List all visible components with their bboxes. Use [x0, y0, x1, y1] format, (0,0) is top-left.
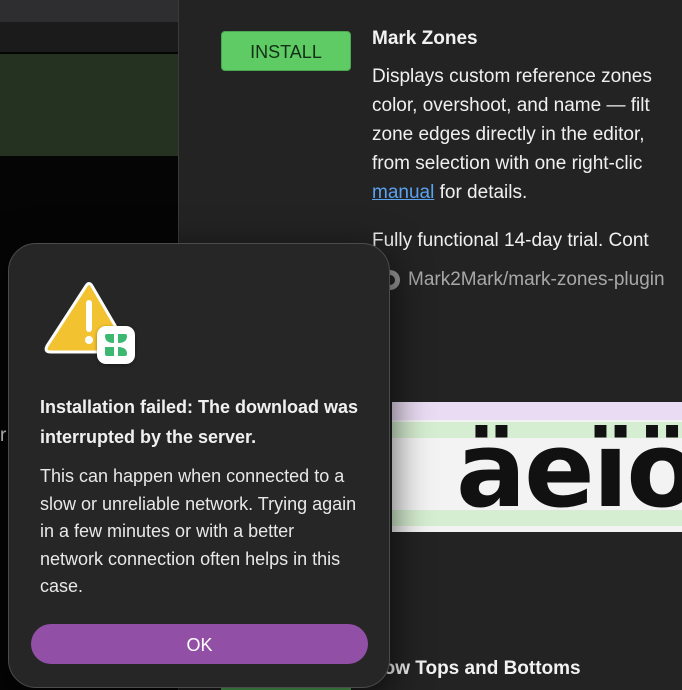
plugin-description: Displays custom reference zones color, o…: [372, 62, 682, 207]
plugin-description-line: from selection with one right-clic: [372, 153, 643, 174]
glyphs-app-icon: [97, 326, 135, 364]
manual-link[interactable]: manual: [372, 182, 434, 203]
plugin-description-line: Displays custom reference zones: [372, 66, 652, 87]
repo-link-row[interactable]: Mark2Mark/mark-zones-plugin: [380, 266, 665, 294]
alert-message: This can happen when connected to a slow…: [40, 466, 357, 597]
install-button[interactable]: INSTALL: [221, 31, 351, 71]
plugin-description-line: manual for details.: [372, 178, 682, 207]
background-window-highlight: [0, 54, 178, 156]
background-window-toolbar: [0, 22, 178, 52]
plugin-preview-image: äeïö: [392, 402, 682, 532]
alert-title: Installation failed: The download was in…: [40, 397, 359, 447]
background-window-titlebar: [0, 0, 178, 22]
screen: r INSTALL Mark Zones Displays custom ref…: [0, 0, 682, 690]
plugin-description-line: zone edges directly in the editor,: [372, 124, 645, 145]
alert-dialog: Installation failed: The download was in…: [8, 243, 390, 688]
ok-button[interactable]: OK: [31, 624, 368, 664]
repo-link[interactable]: Mark2Mark/mark-zones-plugin: [408, 269, 665, 291]
plugin-description-line: color, overshoot, and name — filt: [372, 95, 650, 116]
preview-glyphs: äeïö: [456, 409, 682, 531]
warning-triangle-icon: [41, 280, 141, 370]
plugin-trial-text: Fully functional 14-day trial. Cont: [372, 230, 649, 251]
next-plugin-title: how Tops and Bottoms: [372, 658, 581, 679]
plugin-description-tail: for details.: [434, 182, 528, 203]
plugin-title: Mark Zones: [372, 28, 478, 49]
background-window-text: r: [0, 425, 7, 446]
